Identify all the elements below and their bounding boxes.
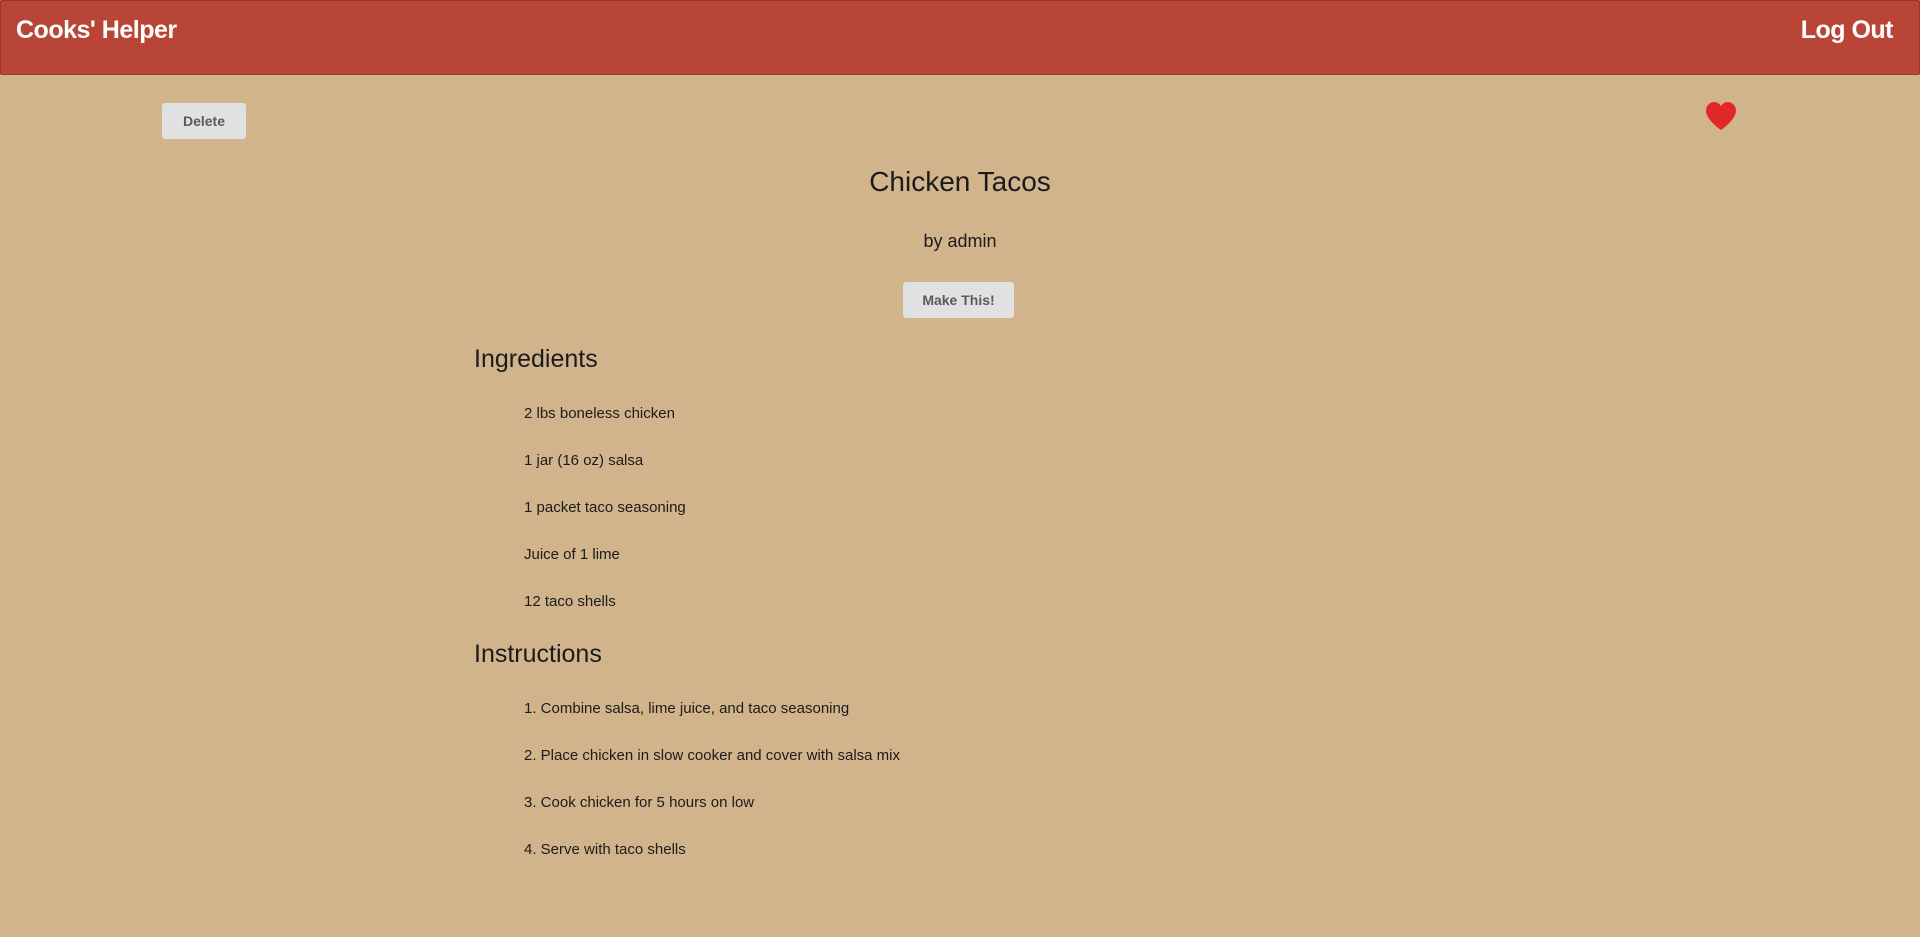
ingredient-item: 1 jar (16 oz) salsa: [524, 452, 644, 469]
ingredient-item: 2 lbs boneless chicken: [524, 405, 675, 422]
ingredients-heading: Ingredients: [474, 345, 598, 373]
brand-logo[interactable]: Cooks' Helper: [16, 16, 177, 45]
delete-button[interactable]: Delete: [162, 103, 246, 139]
instruction-step: 1. Combine salsa, lime juice, and taco s…: [524, 700, 850, 717]
make-this-button[interactable]: Make This!: [903, 282, 1014, 318]
navbar: Cooks' Helper Log Out: [0, 0, 1920, 75]
instruction-step: 2. Place chicken in slow cooker and cove…: [524, 747, 900, 764]
logout-link[interactable]: Log Out: [1801, 16, 1894, 45]
recipe-author: by admin: [923, 231, 997, 251]
instruction-step: 3. Cook chicken for 5 hours on low: [524, 794, 755, 811]
ingredient-item: 12 taco shells: [524, 593, 616, 610]
recipe-title: Chicken Tacos: [869, 166, 1051, 197]
instructions-list: 1. Combine salsa, lime juice, and taco s…: [524, 699, 900, 887]
ingredient-item: Juice of 1 lime: [524, 546, 620, 563]
instruction-step: 4. Serve with taco shells: [524, 841, 686, 858]
ingredients-list: 2 lbs boneless chicken 1 jar (16 oz) sal…: [524, 404, 686, 639]
ingredient-item: 1 packet taco seasoning: [524, 499, 686, 516]
heart-icon[interactable]: [1705, 101, 1737, 131]
instructions-heading: Instructions: [474, 640, 602, 668]
